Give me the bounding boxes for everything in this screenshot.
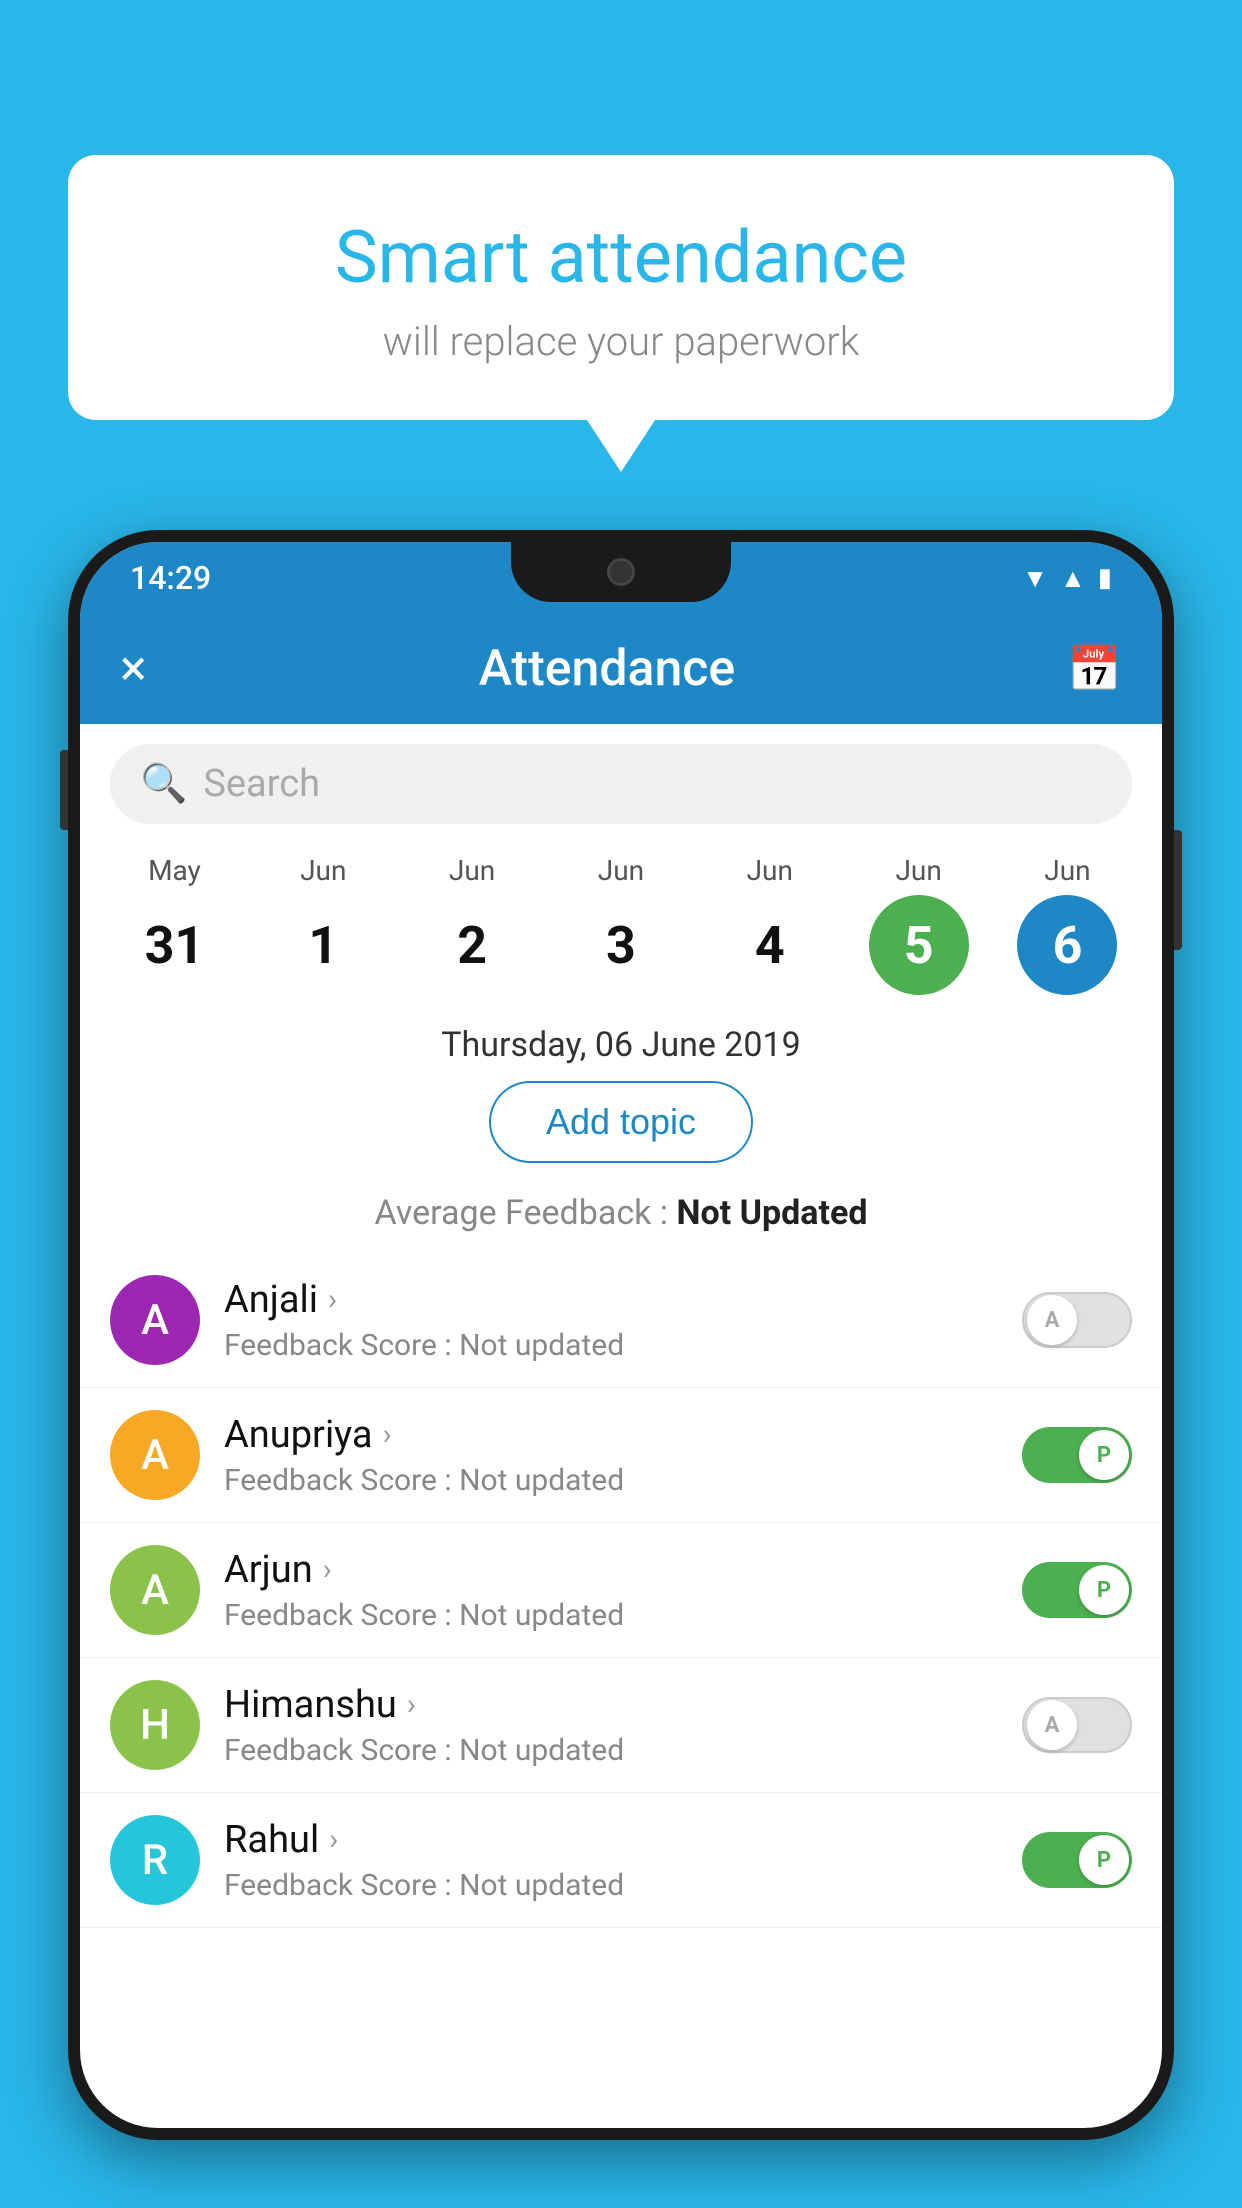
close-button[interactable]: × xyxy=(120,640,147,698)
speech-bubble-container: Smart attendance will replace your paper… xyxy=(68,155,1174,420)
toggle-thumb: P xyxy=(1079,1835,1129,1885)
chevron-right-icon: › xyxy=(328,1282,337,1317)
feedback-value: Not updated xyxy=(459,1598,624,1633)
calendar-day-6[interactable]: Jun 6 xyxy=(1007,854,1127,995)
avg-feedback-label: Average Feedback : xyxy=(375,1193,677,1233)
feedback-value: Not updated xyxy=(459,1733,624,1768)
speech-bubble-subtitle: will replace your paperwork xyxy=(108,318,1134,365)
student-item-rahul[interactable]: R Rahul › Feedback Score : Not updated P xyxy=(80,1793,1162,1928)
student-info: Anjali › Feedback Score : Not updated xyxy=(224,1278,998,1363)
day-month: May xyxy=(148,854,201,887)
student-name: Arjun › xyxy=(224,1548,998,1592)
add-topic-button[interactable]: Add topic xyxy=(489,1081,753,1163)
phone-screen: 14:29 ▼ ▲ ▮ × Attendance 📅 🔍 Search May 3… xyxy=(80,542,1162,2128)
app-bar: × Attendance 📅 xyxy=(80,614,1162,724)
toggle-thumb: P xyxy=(1079,1430,1129,1480)
student-avatar: A xyxy=(110,1545,200,1635)
day-number: 1 xyxy=(273,895,373,995)
status-time: 14:29 xyxy=(130,559,211,597)
day-month: Jun xyxy=(598,854,644,887)
speech-bubble: Smart attendance will replace your paper… xyxy=(68,155,1174,420)
student-name: Anupriya › xyxy=(224,1413,998,1457)
student-feedback: Feedback Score : Not updated xyxy=(224,1598,998,1633)
toggle-thumb: A xyxy=(1027,1700,1077,1750)
calendar-day-2[interactable]: Jun 2 xyxy=(412,854,532,995)
student-name: Anjali › xyxy=(224,1278,998,1322)
phone-frame: 14:29 ▼ ▲ ▮ × Attendance 📅 🔍 Search May 3… xyxy=(68,530,1174,2140)
feedback-value: Not updated xyxy=(459,1868,624,1903)
student-feedback: Feedback Score : Not updated xyxy=(224,1463,998,1498)
chevron-right-icon: › xyxy=(323,1552,332,1587)
phone-button-left xyxy=(60,750,68,830)
feedback-value: Not updated xyxy=(459,1463,624,1498)
phone-notch xyxy=(511,542,731,602)
student-avatar: A xyxy=(110,1410,200,1500)
day-month: Jun xyxy=(747,854,793,887)
battery-icon: ▮ xyxy=(1098,563,1112,593)
signal-icon: ▲ xyxy=(1060,563,1086,594)
student-info: Rahul › Feedback Score : Not updated xyxy=(224,1818,998,1903)
search-bar[interactable]: 🔍 Search xyxy=(110,744,1132,824)
toggle-thumb: P xyxy=(1079,1565,1129,1615)
student-avatar: H xyxy=(110,1680,200,1770)
chevron-right-icon: › xyxy=(407,1687,416,1722)
average-feedback: Average Feedback : Not Updated xyxy=(80,1183,1162,1253)
app-bar-title: Attendance xyxy=(479,640,736,698)
student-item-anjali[interactable]: A Anjali › Feedback Score : Not updated A xyxy=(80,1253,1162,1388)
student-feedback: Feedback Score : Not updated xyxy=(224,1868,998,1903)
phone-container: 14:29 ▼ ▲ ▮ × Attendance 📅 🔍 Search May 3… xyxy=(68,530,1174,2208)
attendance-toggle[interactable]: A xyxy=(1022,1697,1132,1753)
toggle-thumb: A xyxy=(1027,1295,1077,1345)
calendar-day-5[interactable]: Jun 5 xyxy=(859,854,979,995)
day-month: Jun xyxy=(1044,854,1090,887)
chevron-right-icon: › xyxy=(329,1822,338,1857)
student-avatar: R xyxy=(110,1815,200,1905)
attendance-toggle[interactable]: P xyxy=(1022,1427,1132,1483)
student-item-anupriya[interactable]: A Anupriya › Feedback Score : Not updated P xyxy=(80,1388,1162,1523)
wifi-icon: ▼ xyxy=(1022,563,1048,594)
feedback-value: Not updated xyxy=(459,1328,624,1363)
day-month: Jun xyxy=(300,854,346,887)
day-number: 31 xyxy=(124,895,224,995)
calendar-day-1[interactable]: Jun 1 xyxy=(263,854,383,995)
student-item-arjun[interactable]: A Arjun › Feedback Score : Not updated P xyxy=(80,1523,1162,1658)
calendar-day-31[interactable]: May 31 xyxy=(114,854,234,995)
calendar-day-3[interactable]: Jun 3 xyxy=(561,854,681,995)
attendance-toggle[interactable]: A xyxy=(1022,1292,1132,1348)
day-number: 5 xyxy=(869,895,969,995)
student-name: Rahul › xyxy=(224,1818,998,1862)
student-feedback: Feedback Score : Not updated xyxy=(224,1328,998,1363)
status-icons: ▼ ▲ ▮ xyxy=(1022,563,1112,594)
day-number: 3 xyxy=(571,895,671,995)
student-avatar: A xyxy=(110,1275,200,1365)
chevron-right-icon: › xyxy=(383,1417,392,1452)
day-month: Jun xyxy=(895,854,941,887)
phone-button-right xyxy=(1174,830,1182,950)
avg-feedback-value: Not Updated xyxy=(676,1193,867,1233)
student-info: Arjun › Feedback Score : Not updated xyxy=(224,1548,998,1633)
search-placeholder: Search xyxy=(203,762,320,806)
calendar-day-4[interactable]: Jun 4 xyxy=(710,854,830,995)
calendar-icon[interactable]: 📅 xyxy=(1067,643,1122,695)
attendance-toggle[interactable]: P xyxy=(1022,1832,1132,1888)
attendance-toggle[interactable]: P xyxy=(1022,1562,1132,1618)
student-item-himanshu[interactable]: H Himanshu › Feedback Score : Not updated A xyxy=(80,1658,1162,1793)
day-number: 2 xyxy=(422,895,522,995)
day-number: 6 xyxy=(1017,895,1117,995)
student-feedback: Feedback Score : Not updated xyxy=(224,1733,998,1768)
student-info: Himanshu › Feedback Score : Not updated xyxy=(224,1683,998,1768)
day-number: 4 xyxy=(720,895,820,995)
search-icon: 🔍 xyxy=(140,762,187,806)
speech-bubble-title: Smart attendance xyxy=(108,215,1134,300)
student-name: Himanshu › xyxy=(224,1683,998,1727)
student-list: AAnjali ›Feedback Score : Not updatedAAA… xyxy=(80,1253,1162,1928)
calendar-strip: May 31 Jun 1 Jun 2 Jun 3 Jun 4 Jun 5 Jun 6 xyxy=(80,844,1162,1015)
phone-camera xyxy=(607,558,635,586)
day-month: Jun xyxy=(449,854,495,887)
selected-date: Thursday, 06 June 2019 xyxy=(80,1015,1162,1081)
student-info: Anupriya › Feedback Score : Not updated xyxy=(224,1413,998,1498)
